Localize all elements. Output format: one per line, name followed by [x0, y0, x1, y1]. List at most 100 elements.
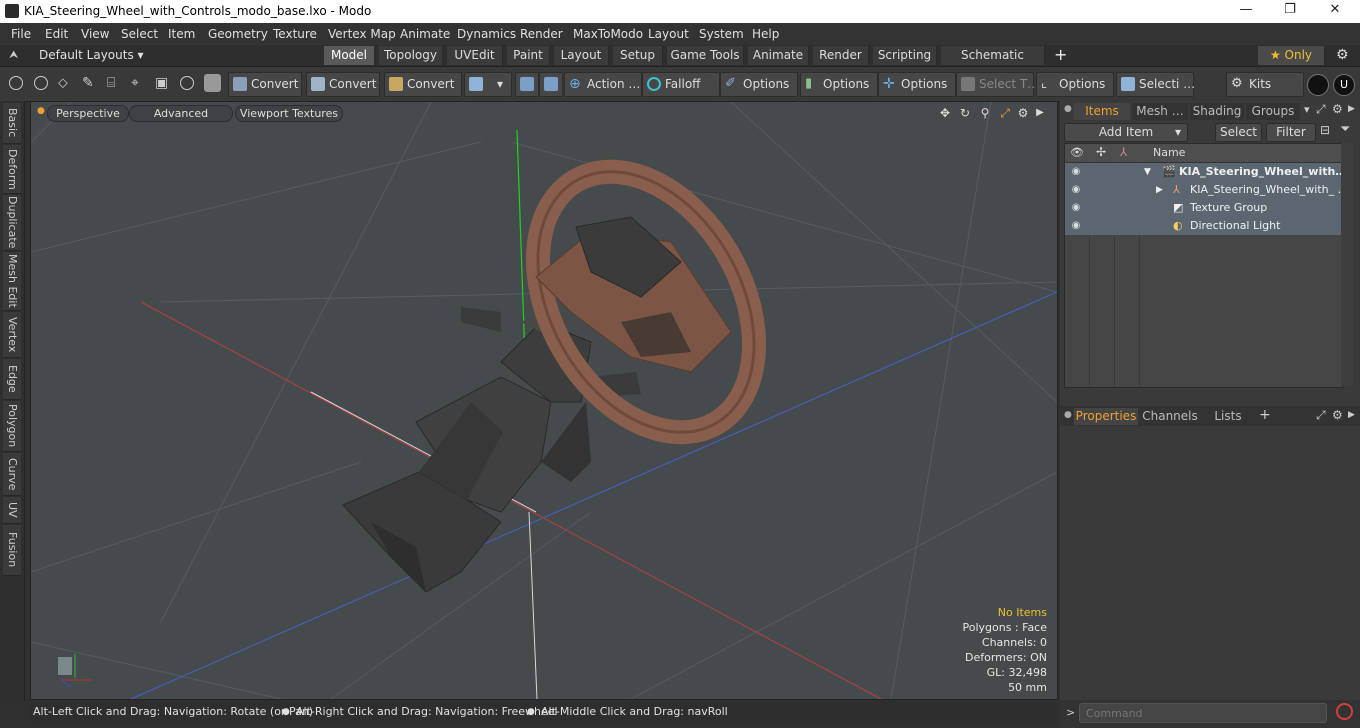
- convert-button-1[interactable]: Convert: [228, 72, 302, 97]
- panel-menu-dot-icon[interactable]: ●: [1064, 104, 1072, 114]
- menu-system[interactable]: System: [699, 27, 744, 41]
- eye-icon[interactable]: ◉: [1070, 202, 1082, 214]
- shading-mode-dropdown[interactable]: Advanced: [129, 105, 233, 122]
- unity-icon[interactable]: [1307, 74, 1329, 96]
- viewport-more-icon[interactable]: ▶: [1033, 106, 1047, 120]
- options-button-3[interactable]: ✛ Options: [878, 72, 956, 97]
- menu-animate[interactable]: Animate: [400, 27, 450, 41]
- layout-selector[interactable]: Default Layouts ▾: [39, 48, 144, 62]
- add-item-button[interactable]: Add Item ▾: [1064, 123, 1188, 142]
- options-button-4[interactable]: ⌞ Options: [1036, 72, 1114, 97]
- maximize-viewport-icon[interactable]: ⤢: [998, 106, 1012, 120]
- globe-icon[interactable]: [34, 76, 48, 90]
- zoom-icon[interactable]: ⚲: [978, 106, 992, 120]
- panel-more-icon[interactable]: ▶: [1348, 410, 1355, 420]
- menu-geometry[interactable]: Geometry: [208, 27, 268, 41]
- tree-row-texture-group[interactable]: ◉ ◩ Texture Group: [1065, 199, 1342, 217]
- workplane-button[interactable]: [539, 72, 563, 97]
- vtab-mesh-edit[interactable]: Mesh Edit: [3, 252, 21, 311]
- tab-model[interactable]: Model: [324, 46, 375, 65]
- vtab-polygon[interactable]: Polygon: [3, 401, 21, 452]
- tab-groups[interactable]: Groups: [1246, 103, 1300, 120]
- eye-icon[interactable]: ◉: [1070, 166, 1082, 178]
- tab-animate[interactable]: Animate: [748, 46, 809, 65]
- view-mode-dropdown[interactable]: Perspective: [47, 105, 129, 122]
- select-button[interactable]: Select: [1215, 123, 1262, 142]
- unreal-icon[interactable]: U: [1333, 74, 1355, 96]
- tab-layout[interactable]: Layout: [554, 46, 609, 65]
- material-mode-icon[interactable]: [180, 76, 194, 90]
- select-through-button[interactable]: Select T…: [956, 72, 1039, 97]
- lock-column-icon[interactable]: ✢: [1096, 145, 1106, 159]
- menu-layout[interactable]: Layout: [648, 27, 689, 41]
- pan-icon[interactable]: ✥: [938, 106, 952, 120]
- name-column-header[interactable]: Name: [1153, 146, 1185, 159]
- menu-item[interactable]: Item: [168, 27, 195, 41]
- vtab-duplicate[interactable]: Duplicate: [3, 195, 21, 251]
- item-mode-icon[interactable]: ⌸: [107, 75, 115, 91]
- eye-icon[interactable]: ◉: [1070, 184, 1082, 196]
- menu-view[interactable]: View: [81, 27, 109, 41]
- vtab-deform[interactable]: Deform: [3, 145, 21, 194]
- tab-schematic-fusion[interactable]: Schematic Fusion: [941, 46, 1045, 81]
- tree-row-mesh[interactable]: ◉ ▶ ⅄ KIA_Steering_Wheel_with_ …: [1065, 181, 1349, 199]
- expand-arrow-icon[interactable]: ▶: [1156, 181, 1163, 199]
- close-button[interactable]: ✕: [1320, 2, 1350, 20]
- panel-settings-icon[interactable]: ⚙: [1332, 408, 1343, 422]
- layout-collapse-icon[interactable]: ⮝: [9, 48, 18, 62]
- panel-expand-icon[interactable]: ⤢: [1316, 408, 1326, 423]
- vtab-fusion[interactable]: Fusion: [3, 525, 21, 576]
- convert-button-3[interactable]: Convert: [384, 72, 462, 97]
- action-center-button[interactable]: ⊕ Action …: [564, 72, 642, 97]
- cube-icon[interactable]: [204, 74, 221, 92]
- symmetry-button[interactable]: [515, 72, 539, 97]
- options-button-1[interactable]: ✐ Options: [720, 72, 798, 97]
- menu-dynamics[interactable]: Dynamics: [457, 27, 516, 41]
- 3d-viewport[interactable]: ● Perspective Advanced Viewport Textures…: [30, 101, 1058, 700]
- falloff-button[interactable]: Falloff: [642, 72, 720, 97]
- menu-edit[interactable]: Edit: [45, 27, 68, 41]
- vtab-basic[interactable]: Basic: [3, 103, 21, 144]
- gear-icon[interactable]: ⚙: [1336, 47, 1349, 63]
- convert-button-2[interactable]: Convert: [306, 72, 380, 97]
- type-column-icon[interactable]: ⅄: [1120, 145, 1127, 159]
- center-mode-icon[interactable]: ⌖: [131, 75, 139, 91]
- menu-select[interactable]: Select: [121, 27, 158, 41]
- add-tab-icon[interactable]: +: [1259, 407, 1271, 423]
- panel-expand-icon[interactable]: ⤢: [1316, 102, 1326, 117]
- eye-icon[interactable]: ◉: [1070, 220, 1082, 232]
- tree-row-scene[interactable]: ◉ ▼ 🎬 KIA_Steering_Wheel_with…: [1065, 163, 1346, 181]
- rotate-view-icon[interactable]: ↻: [958, 106, 972, 120]
- vertex-mode-icon[interactable]: [9, 76, 23, 90]
- panel-menu-dot-icon[interactable]: ●: [1064, 410, 1072, 420]
- options-button-2[interactable]: ▮ Options: [800, 72, 878, 97]
- viewport-textures-dropdown[interactable]: Viewport Textures: [235, 105, 343, 122]
- visibility-column-eye-icon[interactable]: 👁: [1070, 146, 1084, 159]
- tree-row-directional-light[interactable]: ◉ ◐ Directional Light: [1065, 217, 1342, 235]
- tab-mesh[interactable]: Mesh …: [1132, 103, 1188, 120]
- panel-settings-icon[interactable]: ⚙: [1332, 102, 1343, 116]
- viewport-menu-dot-icon[interactable]: ●: [37, 106, 45, 116]
- vtab-vertex[interactable]: Vertex: [3, 312, 21, 358]
- tab-uvedit[interactable]: UVEdit: [447, 46, 503, 65]
- tab-channels[interactable]: Channels: [1142, 408, 1198, 425]
- viewport-settings-icon[interactable]: ⚙: [1016, 106, 1030, 120]
- polygon-mode-icon[interactable]: ✎: [82, 75, 94, 91]
- record-macro-icon[interactable]: [1336, 703, 1353, 720]
- vtab-curve[interactable]: Curve: [3, 453, 21, 496]
- vtab-edge[interactable]: Edge: [3, 359, 21, 400]
- tab-items[interactable]: Items: [1074, 103, 1130, 120]
- selection-sets-button[interactable]: Selecti …: [1116, 72, 1195, 97]
- vtab-uv[interactable]: UV: [3, 497, 21, 524]
- add-tab-icon[interactable]: +: [1054, 45, 1067, 64]
- pivot-mode-icon[interactable]: ▣: [155, 75, 168, 91]
- tab-setup[interactable]: Setup: [613, 46, 663, 65]
- filter-button[interactable]: Filter: [1266, 123, 1316, 142]
- kits-button[interactable]: ⚙ Kits: [1226, 72, 1304, 97]
- snapping-dropdown[interactable]: ▾: [464, 72, 512, 97]
- command-input[interactable]: [1079, 703, 1327, 723]
- menu-help[interactable]: Help: [752, 27, 779, 41]
- tab-dropdown-icon[interactable]: ▾: [1304, 103, 1310, 116]
- tab-paint[interactable]: Paint: [507, 46, 550, 65]
- menu-vertex-map[interactable]: Vertex Map: [328, 27, 396, 41]
